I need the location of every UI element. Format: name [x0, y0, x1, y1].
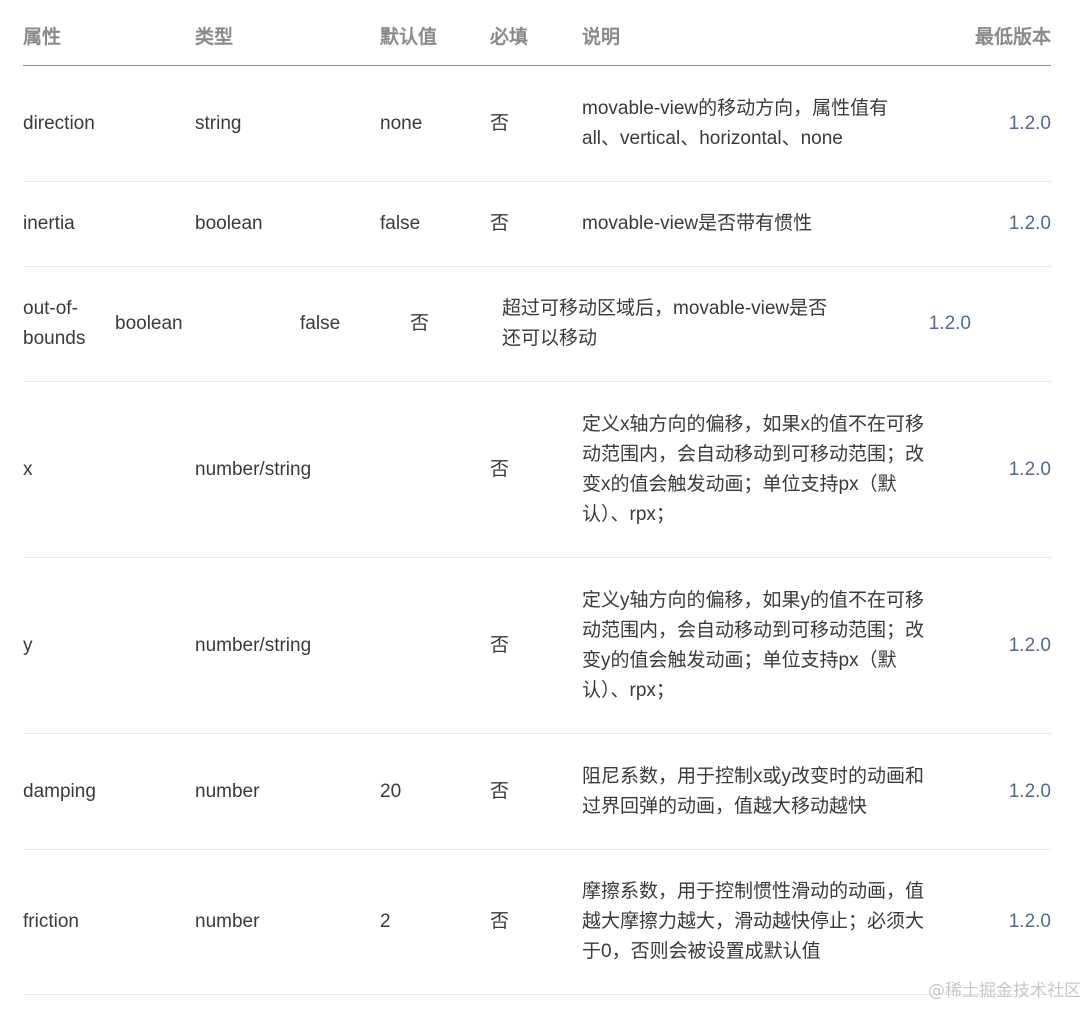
prop-default: 20 [380, 780, 402, 802]
properties-table: 属性 类型 默认值 必填 说明 最低版本 direction string no… [23, 0, 1051, 995]
prop-type: boolean [115, 313, 183, 334]
prop-default: false [380, 213, 421, 234]
prop-default: 2 [380, 911, 391, 932]
table-row: out-of-bounds boolean false 否 超过可移动区域后，m… [23, 267, 1051, 382]
table-header-row: 属性 类型 默认值 必填 说明 最低版本 [23, 0, 1051, 66]
prop-description: movable-view是否带有惯性 [582, 213, 813, 234]
table-row: y number/string 否 定义y轴方向的偏移，如果y的值不在可移动范围… [23, 558, 1051, 734]
prop-required: 否 [490, 634, 510, 656]
site-watermark: @稀土掘金技术社区 [928, 981, 1081, 1001]
prop-required: 否 [410, 313, 430, 334]
prop-type: number/string [195, 458, 312, 480]
prop-name: y [23, 634, 33, 656]
table-row: x number/string 否 定义x轴方向的偏移，如果x的值不在可移动范围… [23, 382, 1051, 558]
prop-required: 否 [490, 112, 510, 134]
prop-name: damping [23, 780, 96, 802]
table-row: direction string none 否 movable-view的移动方… [23, 66, 1051, 182]
table-row: damping number 20 否 阻尼系数，用于控制x或y改变时的动画和过… [23, 734, 1051, 850]
prop-required: 否 [490, 213, 510, 234]
prop-description: 阻尼系数，用于控制x或y改变时的动画和过界回弹的动画，值越大移动越快 [582, 765, 925, 817]
prop-version: 1.2.0 [1008, 458, 1051, 480]
prop-version: 1.2.0 [1008, 213, 1051, 234]
header-default: 默认值 [380, 27, 438, 48]
prop-name: friction [23, 911, 79, 932]
prop-type: number [195, 911, 260, 932]
prop-description: 摩擦系数，用于控制惯性滑动的动画，值越大摩擦力越大，滑动越快停止；必须大于0，否… [582, 881, 925, 962]
prop-required: 否 [490, 780, 510, 802]
header-description: 说明 [582, 27, 621, 48]
prop-type: number [195, 780, 260, 802]
prop-description: 超过可移动区域后，movable-view是否还可以移动 [502, 298, 828, 349]
header-type: 类型 [195, 27, 234, 48]
table-row: inertia boolean false 否 movable-view是否带有… [23, 182, 1051, 267]
prop-name: x [23, 458, 33, 480]
prop-name: direction [23, 112, 95, 134]
prop-version: 1.2.0 [1008, 780, 1051, 802]
prop-required: 否 [490, 458, 510, 480]
prop-default: none [380, 112, 423, 134]
header-required: 必填 [490, 27, 529, 48]
header-version: 最低版本 [974, 27, 1051, 48]
prop-version: 1.2.0 [1008, 112, 1051, 134]
prop-default: false [300, 313, 341, 334]
prop-version: 1.2.0 [928, 313, 971, 334]
table-row: friction number 2 否 摩擦系数，用于控制惯性滑动的动画，值越大… [23, 850, 1051, 995]
prop-name: inertia [23, 213, 75, 234]
prop-type: boolean [195, 213, 263, 234]
prop-required: 否 [490, 911, 510, 932]
prop-description: movable-view的移动方向，属性值有all、vertical、horiz… [582, 97, 889, 149]
prop-description: 定义y轴方向的偏移，如果y的值不在可移动范围内，会自动移动到可移动范围；改变y的… [582, 589, 925, 701]
prop-version: 1.2.0 [1008, 911, 1051, 932]
header-name: 属性 [23, 27, 62, 48]
prop-type: string [195, 112, 242, 134]
prop-version: 1.2.0 [1008, 634, 1051, 656]
prop-type: number/string [195, 634, 312, 656]
prop-description: 定义x轴方向的偏移，如果x的值不在可移动范围内，会自动移动到可移动范围；改变x的… [582, 413, 925, 525]
